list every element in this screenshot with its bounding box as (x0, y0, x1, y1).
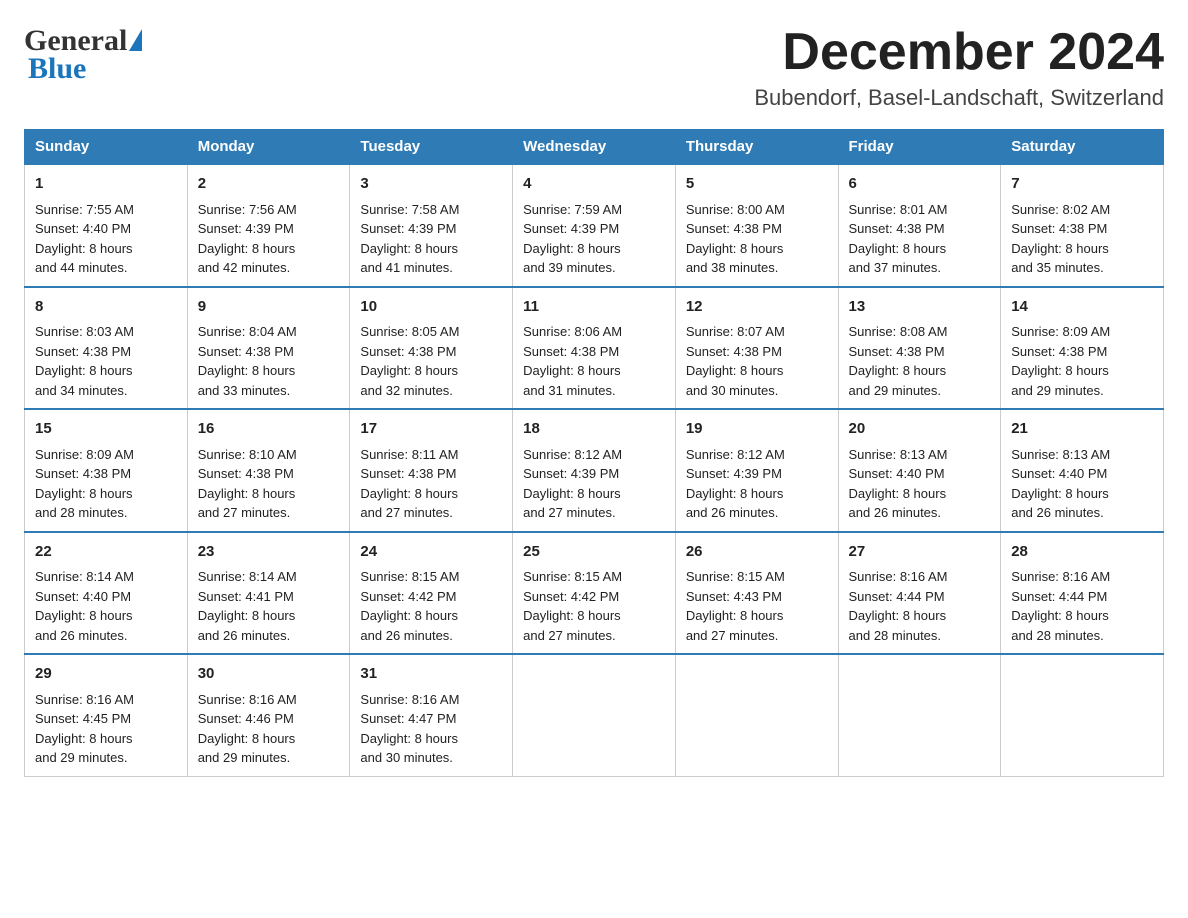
calendar-cell (675, 654, 838, 776)
calendar-cell: 5Sunrise: 8:00 AMSunset: 4:38 PMDaylight… (675, 164, 838, 287)
calendar-cell (513, 654, 676, 776)
day-number: 16 (198, 418, 340, 441)
col-wednesday: Wednesday (513, 130, 676, 165)
logo-triangle-icon (129, 29, 142, 51)
calendar-cell: 19Sunrise: 8:12 AMSunset: 4:39 PMDayligh… (675, 409, 838, 532)
calendar-cell: 12Sunrise: 8:07 AMSunset: 4:38 PMDayligh… (675, 287, 838, 410)
day-number: 4 (523, 173, 665, 196)
calendar-cell: 26Sunrise: 8:15 AMSunset: 4:43 PMDayligh… (675, 532, 838, 655)
day-number: 10 (360, 296, 502, 319)
logo-blue-text: Blue (24, 52, 86, 86)
calendar-cell: 18Sunrise: 8:12 AMSunset: 4:39 PMDayligh… (513, 409, 676, 532)
day-number: 17 (360, 418, 502, 441)
calendar-header-row: Sunday Monday Tuesday Wednesday Thursday… (25, 130, 1164, 165)
calendar-cell: 16Sunrise: 8:10 AMSunset: 4:38 PMDayligh… (187, 409, 350, 532)
day-number: 19 (686, 418, 828, 441)
day-number: 31 (360, 663, 502, 686)
calendar-week-row: 1Sunrise: 7:55 AMSunset: 4:40 PMDaylight… (25, 164, 1164, 287)
calendar-cell: 1Sunrise: 7:55 AMSunset: 4:40 PMDaylight… (25, 164, 188, 287)
location-title: Bubendorf, Basel-Landschaft, Switzerland (754, 85, 1164, 111)
calendar-cell: 7Sunrise: 8:02 AMSunset: 4:38 PMDaylight… (1001, 164, 1164, 287)
day-number: 24 (360, 541, 502, 564)
calendar-cell: 29Sunrise: 8:16 AMSunset: 4:45 PMDayligh… (25, 654, 188, 776)
logo: General Blue (24, 24, 142, 86)
calendar-week-row: 8Sunrise: 8:03 AMSunset: 4:38 PMDaylight… (25, 287, 1164, 410)
calendar-cell (838, 654, 1001, 776)
day-number: 13 (849, 296, 991, 319)
day-number: 25 (523, 541, 665, 564)
day-number: 11 (523, 296, 665, 319)
day-number: 6 (849, 173, 991, 196)
col-monday: Monday (187, 130, 350, 165)
calendar-cell: 31Sunrise: 8:16 AMSunset: 4:47 PMDayligh… (350, 654, 513, 776)
calendar-cell: 13Sunrise: 8:08 AMSunset: 4:38 PMDayligh… (838, 287, 1001, 410)
calendar-week-row: 22Sunrise: 8:14 AMSunset: 4:40 PMDayligh… (25, 532, 1164, 655)
col-saturday: Saturday (1001, 130, 1164, 165)
day-number: 15 (35, 418, 177, 441)
calendar-cell: 24Sunrise: 8:15 AMSunset: 4:42 PMDayligh… (350, 532, 513, 655)
day-number: 28 (1011, 541, 1153, 564)
day-number: 27 (849, 541, 991, 564)
calendar-cell: 11Sunrise: 8:06 AMSunset: 4:38 PMDayligh… (513, 287, 676, 410)
calendar-cell: 14Sunrise: 8:09 AMSunset: 4:38 PMDayligh… (1001, 287, 1164, 410)
calendar-cell: 27Sunrise: 8:16 AMSunset: 4:44 PMDayligh… (838, 532, 1001, 655)
col-tuesday: Tuesday (350, 130, 513, 165)
day-number: 29 (35, 663, 177, 686)
calendar-cell: 22Sunrise: 8:14 AMSunset: 4:40 PMDayligh… (25, 532, 188, 655)
calendar-cell: 17Sunrise: 8:11 AMSunset: 4:38 PMDayligh… (350, 409, 513, 532)
col-sunday: Sunday (25, 130, 188, 165)
day-number: 14 (1011, 296, 1153, 319)
calendar-week-row: 15Sunrise: 8:09 AMSunset: 4:38 PMDayligh… (25, 409, 1164, 532)
day-number: 8 (35, 296, 177, 319)
day-number: 1 (35, 173, 177, 196)
day-number: 3 (360, 173, 502, 196)
calendar-cell: 8Sunrise: 8:03 AMSunset: 4:38 PMDaylight… (25, 287, 188, 410)
day-number: 18 (523, 418, 665, 441)
title-section: December 2024 Bubendorf, Basel-Landschaf… (754, 24, 1164, 111)
calendar-cell: 21Sunrise: 8:13 AMSunset: 4:40 PMDayligh… (1001, 409, 1164, 532)
day-number: 2 (198, 173, 340, 196)
calendar-cell: 15Sunrise: 8:09 AMSunset: 4:38 PMDayligh… (25, 409, 188, 532)
day-number: 23 (198, 541, 340, 564)
calendar-cell: 4Sunrise: 7:59 AMSunset: 4:39 PMDaylight… (513, 164, 676, 287)
calendar-cell: 30Sunrise: 8:16 AMSunset: 4:46 PMDayligh… (187, 654, 350, 776)
day-number: 21 (1011, 418, 1153, 441)
day-number: 20 (849, 418, 991, 441)
calendar-cell: 25Sunrise: 8:15 AMSunset: 4:42 PMDayligh… (513, 532, 676, 655)
calendar-week-row: 29Sunrise: 8:16 AMSunset: 4:45 PMDayligh… (25, 654, 1164, 776)
calendar-table: Sunday Monday Tuesday Wednesday Thursday… (24, 129, 1164, 777)
month-title: December 2024 (754, 24, 1164, 81)
day-number: 30 (198, 663, 340, 686)
day-number: 22 (35, 541, 177, 564)
day-number: 9 (198, 296, 340, 319)
day-number: 12 (686, 296, 828, 319)
col-friday: Friday (838, 130, 1001, 165)
calendar-cell: 2Sunrise: 7:56 AMSunset: 4:39 PMDaylight… (187, 164, 350, 287)
col-thursday: Thursday (675, 130, 838, 165)
day-number: 7 (1011, 173, 1153, 196)
calendar-cell: 9Sunrise: 8:04 AMSunset: 4:38 PMDaylight… (187, 287, 350, 410)
calendar-cell: 10Sunrise: 8:05 AMSunset: 4:38 PMDayligh… (350, 287, 513, 410)
page-header: General Blue December 2024 Bubendorf, Ba… (24, 24, 1164, 111)
day-number: 5 (686, 173, 828, 196)
calendar-cell: 6Sunrise: 8:01 AMSunset: 4:38 PMDaylight… (838, 164, 1001, 287)
calendar-cell: 20Sunrise: 8:13 AMSunset: 4:40 PMDayligh… (838, 409, 1001, 532)
calendar-cell: 28Sunrise: 8:16 AMSunset: 4:44 PMDayligh… (1001, 532, 1164, 655)
calendar-cell (1001, 654, 1164, 776)
calendar-cell: 23Sunrise: 8:14 AMSunset: 4:41 PMDayligh… (187, 532, 350, 655)
day-number: 26 (686, 541, 828, 564)
calendar-cell: 3Sunrise: 7:58 AMSunset: 4:39 PMDaylight… (350, 164, 513, 287)
